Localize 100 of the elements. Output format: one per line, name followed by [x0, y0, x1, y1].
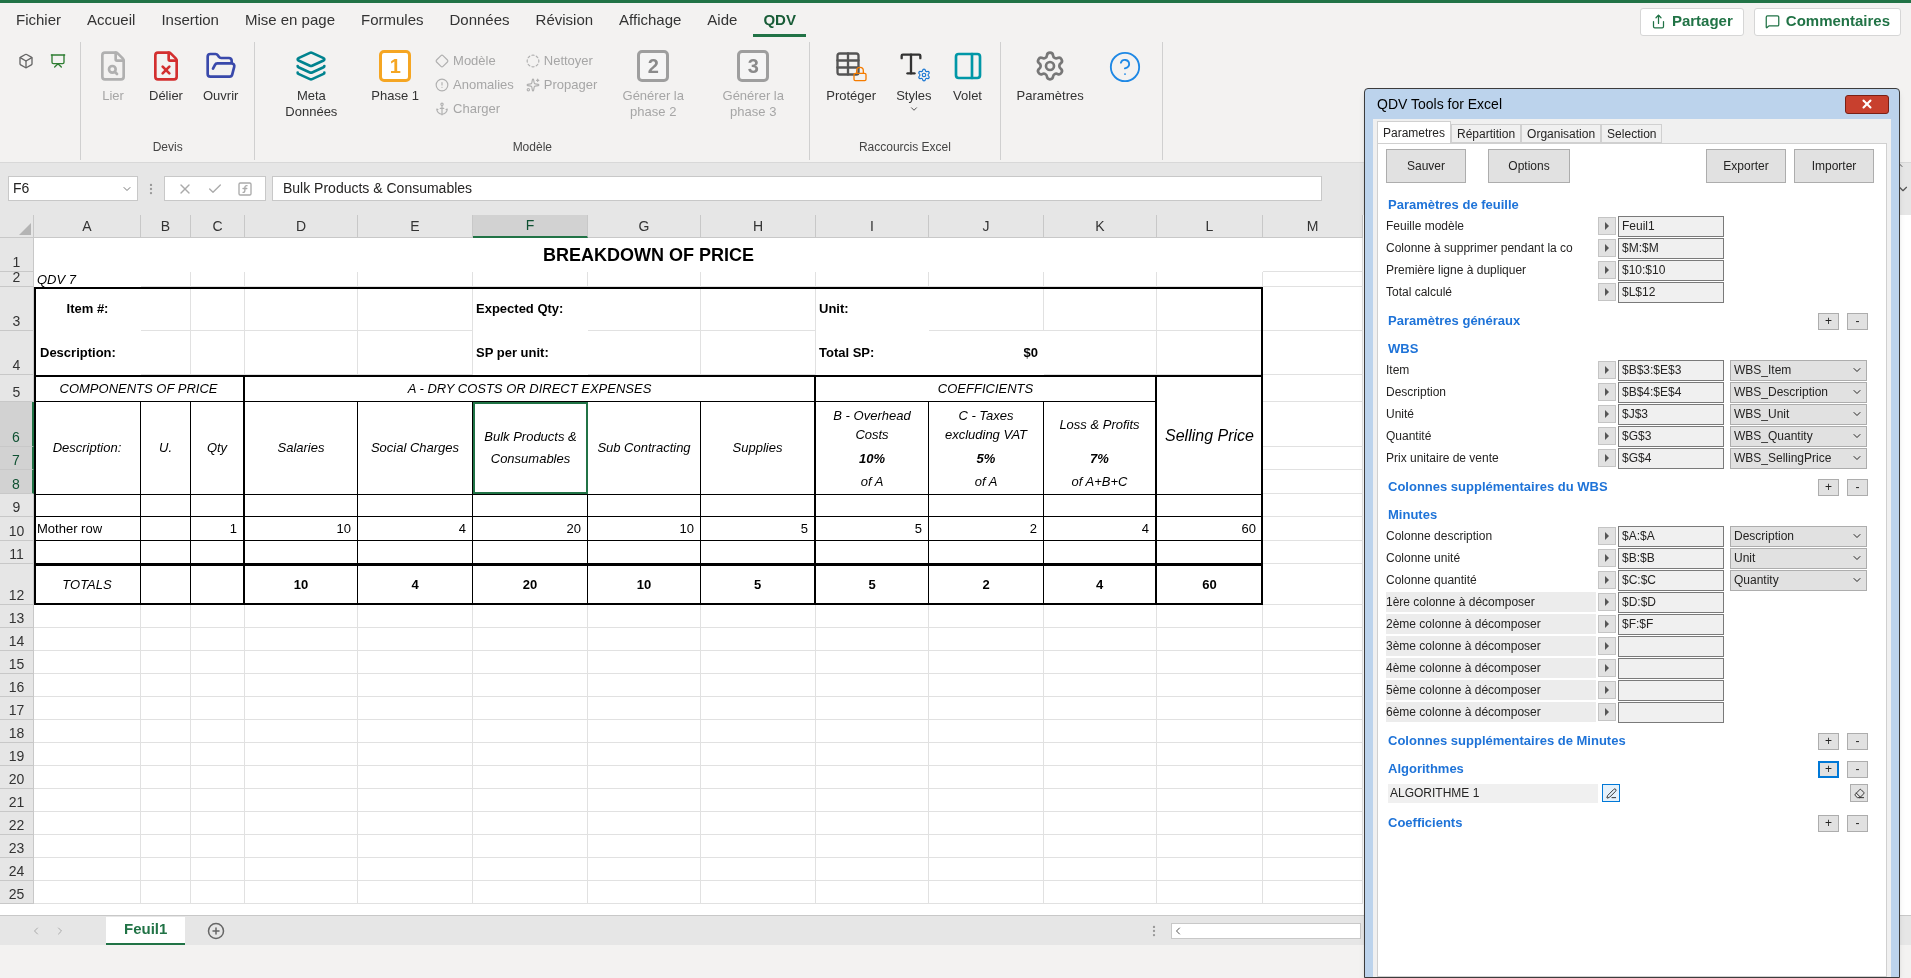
row-number[interactable]: 11: [0, 541, 34, 564]
formula-field[interactable]: Bulk Products & Consumables: [272, 176, 1322, 201]
row-number[interactable]: 10: [0, 517, 34, 541]
row-number[interactable]: 8: [0, 470, 34, 494]
ribbon-button[interactable]: Ouvrir: [198, 48, 243, 138]
row-number[interactable]: 18: [0, 720, 34, 743]
row-number[interactable]: 23: [0, 835, 34, 858]
menu-tab[interactable]: Données: [439, 6, 520, 37]
tab[interactable]: Organisation: [1521, 124, 1602, 143]
menu-tab[interactable]: Formules: [351, 6, 434, 37]
menu-tab[interactable]: Mise en page: [234, 6, 345, 37]
menu-tab[interactable]: Affichage: [609, 6, 692, 37]
column-header[interactable]: B: [141, 215, 191, 238]
column-header[interactable]: H: [701, 215, 816, 238]
section-button[interactable]: -: [1847, 312, 1868, 330]
share-button[interactable]: Partager: [1639, 7, 1744, 36]
menu-tab[interactable]: Révision: [525, 6, 604, 37]
section-button[interactable]: +: [1818, 478, 1839, 496]
dropdown[interactable]: Quantity: [1730, 569, 1867, 591]
menu-tab[interactable]: Insertion: [151, 6, 229, 37]
action-button[interactable]: Importer: [1794, 148, 1874, 183]
range-field[interactable]: $B$4:$E$4: [1618, 381, 1724, 403]
section-button[interactable]: +: [1818, 312, 1839, 330]
range-field[interactable]: $J$3: [1618, 403, 1724, 425]
section-button[interactable]: +: [1818, 814, 1839, 832]
dropdown[interactable]: WBS_Quantity: [1730, 425, 1867, 447]
ribbon-button[interactable]: Paramètres: [1012, 48, 1088, 140]
range-field[interactable]: $C:$C: [1618, 569, 1724, 591]
section-button[interactable]: -: [1847, 760, 1868, 778]
dropdown[interactable]: Unit: [1730, 547, 1867, 569]
section-button[interactable]: +: [1818, 732, 1839, 750]
name-box[interactable]: F6: [8, 176, 138, 201]
range-field[interactable]: $F:$F: [1618, 613, 1724, 635]
section-button[interactable]: -: [1847, 478, 1868, 496]
row-number[interactable]: 6: [0, 402, 34, 447]
column-header[interactable]: C: [191, 215, 245, 238]
row-number[interactable]: 16: [0, 674, 34, 697]
dropdown[interactable]: WBS_SellingPrice: [1730, 447, 1867, 469]
dropdown[interactable]: WBS_Item: [1730, 359, 1867, 381]
column-header[interactable]: L: [1157, 215, 1263, 238]
row-number[interactable]: 22: [0, 812, 34, 835]
column-header[interactable]: F: [473, 215, 588, 238]
ribbon-button[interactable]: Meta Données: [267, 48, 356, 138]
range-field[interactable]: $G$3: [1618, 425, 1724, 447]
range-field[interactable]: $L$12: [1618, 281, 1724, 303]
range-field[interactable]: $B:$B: [1618, 547, 1724, 569]
row-number[interactable]: 12: [0, 564, 34, 605]
ribbon-button[interactable]: Protéger: [822, 48, 881, 138]
row-number[interactable]: 13: [0, 605, 34, 628]
column-header[interactable]: G: [588, 215, 701, 238]
row-number[interactable]: 14: [0, 628, 34, 651]
range-field[interactable]: $10:$10: [1618, 259, 1724, 281]
section-button[interactable]: +: [1818, 760, 1839, 778]
range-field[interactable]: $A:$A: [1618, 525, 1724, 547]
ribbon-button[interactable]: Volet: [947, 48, 988, 138]
range-field[interactable]: $M:$M: [1618, 237, 1724, 259]
section-button[interactable]: -: [1847, 814, 1868, 832]
ribbon-button[interactable]: Styles: [892, 48, 936, 138]
sheet-tab[interactable]: Feuil1: [106, 916, 186, 945]
row-number[interactable]: 2: [0, 272, 34, 287]
range-field[interactable]: $B$3:$E$3: [1618, 359, 1724, 381]
tab[interactable]: Répartition: [1451, 124, 1522, 143]
tab[interactable]: Selection: [1601, 124, 1663, 143]
row-number[interactable]: 25: [0, 881, 34, 904]
column-header[interactable]: E: [358, 215, 473, 238]
dropdown[interactable]: WBS_Unit: [1730, 403, 1867, 425]
action-button[interactable]: Sauver: [1386, 148, 1466, 183]
algorithm-item[interactable]: ALGORITHME 1: [1388, 783, 1598, 803]
action-button[interactable]: Options: [1488, 148, 1570, 183]
row-number[interactable]: 15: [0, 651, 34, 674]
row-number[interactable]: 17: [0, 697, 34, 720]
row-number[interactable]: 19: [0, 743, 34, 766]
row-number[interactable]: 9: [0, 494, 34, 517]
column-header[interactable]: K: [1044, 215, 1157, 238]
row-number[interactable]: 21: [0, 789, 34, 812]
comments-button[interactable]: Commentaires: [1753, 7, 1901, 36]
row-number[interactable]: 20: [0, 766, 34, 789]
tab[interactable]: Parametres: [1377, 121, 1452, 143]
row-number[interactable]: 3: [0, 287, 34, 331]
column-header[interactable]: I: [816, 215, 929, 238]
dropdown[interactable]: Description: [1730, 525, 1867, 547]
range-field[interactable]: Feuil1: [1618, 215, 1724, 237]
section-button[interactable]: -: [1847, 732, 1868, 750]
row-number[interactable]: 7: [0, 447, 34, 470]
column-header[interactable]: M: [1263, 215, 1363, 238]
column-header[interactable]: J: [929, 215, 1044, 238]
ribbon-button[interactable]: 1 Phase 1: [367, 48, 424, 138]
action-button[interactable]: Exporter: [1706, 148, 1786, 183]
dropdown[interactable]: WBS_Description: [1730, 381, 1867, 403]
row-number[interactable]: 4: [0, 331, 34, 375]
menu-tab[interactable]: Accueil: [77, 6, 146, 37]
row-number[interactable]: 5: [0, 375, 34, 402]
range-field[interactable]: $G$4: [1618, 447, 1724, 469]
menu-tab[interactable]: Aide: [697, 6, 748, 37]
column-header[interactable]: D: [245, 215, 358, 238]
row-number[interactable]: 24: [0, 858, 34, 881]
menu-tab[interactable]: Fichier: [6, 6, 71, 37]
menu-tab[interactable]: QDV: [753, 6, 806, 37]
range-field[interactable]: $D:$D: [1618, 591, 1724, 613]
row-number[interactable]: 1: [0, 238, 34, 272]
